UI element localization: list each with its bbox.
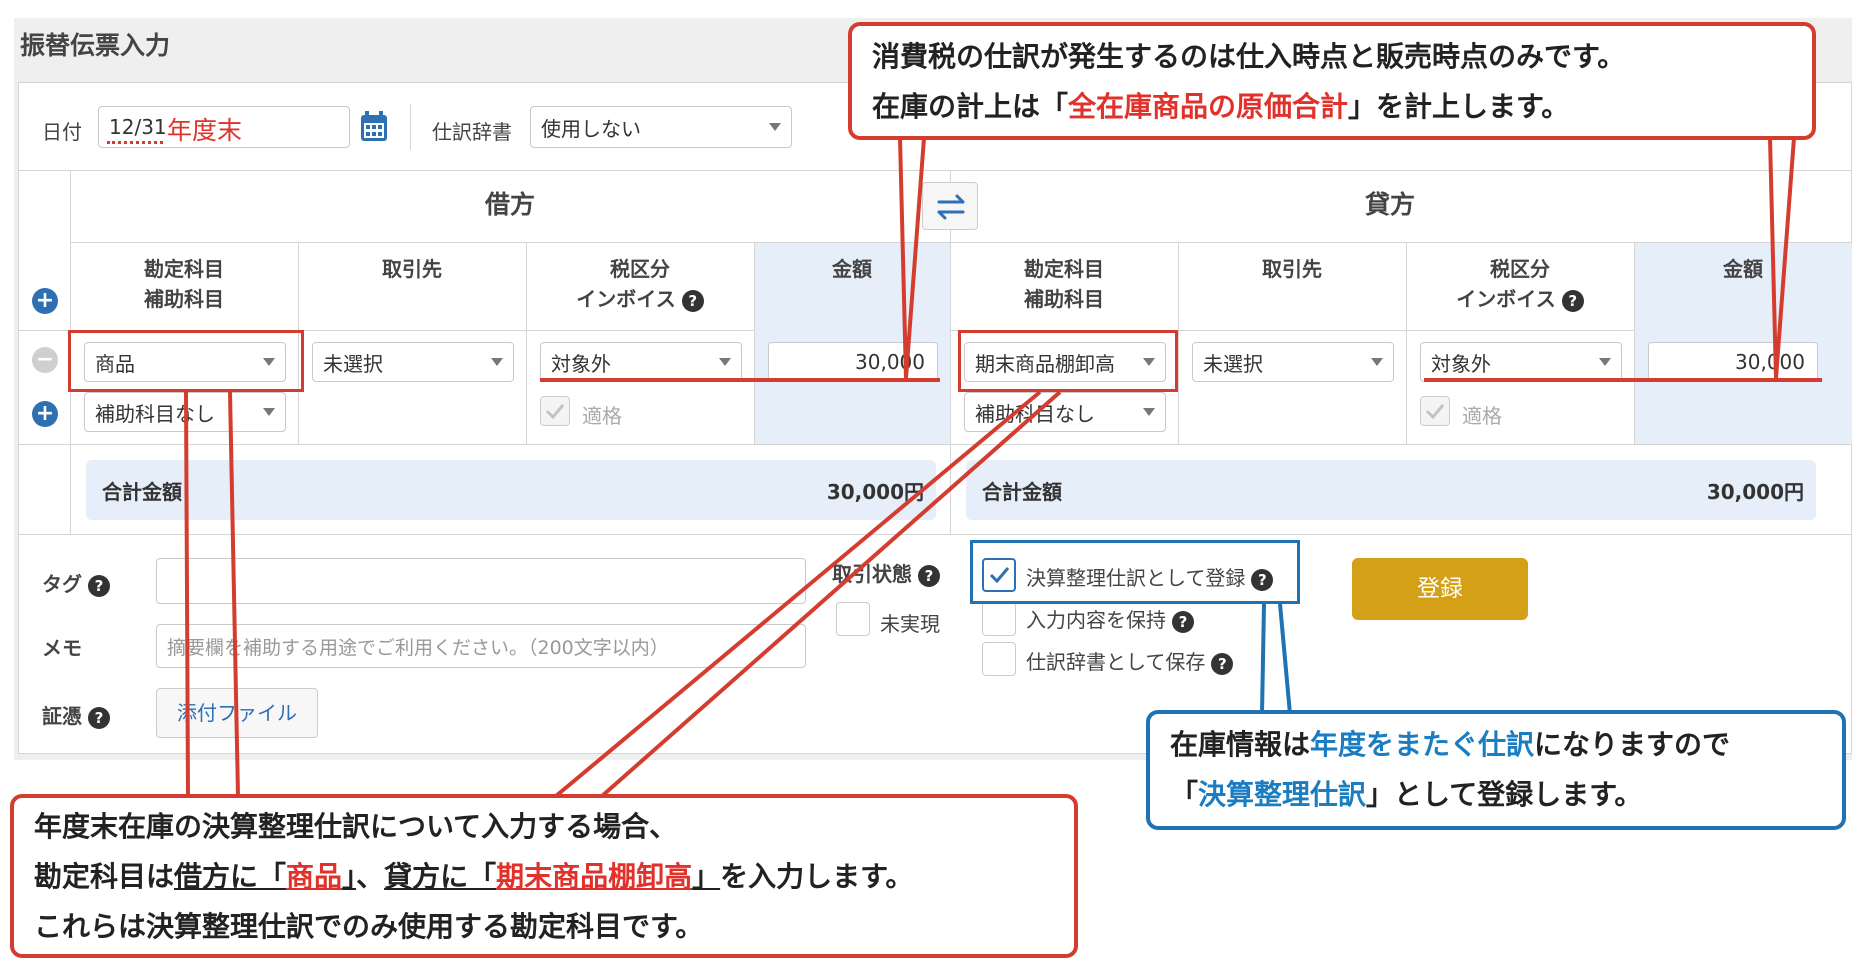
callout-top: 消費税の仕訳が発生するのは仕入時点と販売時点のみです。 在庫の計上は「全在庫商品… (848, 22, 1816, 140)
screen: 振替伝票入力 日付 12/31 年度末 仕訳辞書 使用しない 借方 貸方 勘定科… (0, 0, 1852, 966)
callout-right: 在庫情報は年度をまたぐ仕訳になりますので 「決算整理仕訳」として登録します。 (1146, 710, 1846, 830)
callout-bottom: 年度末在庫の決算整理仕訳について入力する場合、 勘定科目は借方に「商品」、貸方に… (10, 794, 1078, 958)
